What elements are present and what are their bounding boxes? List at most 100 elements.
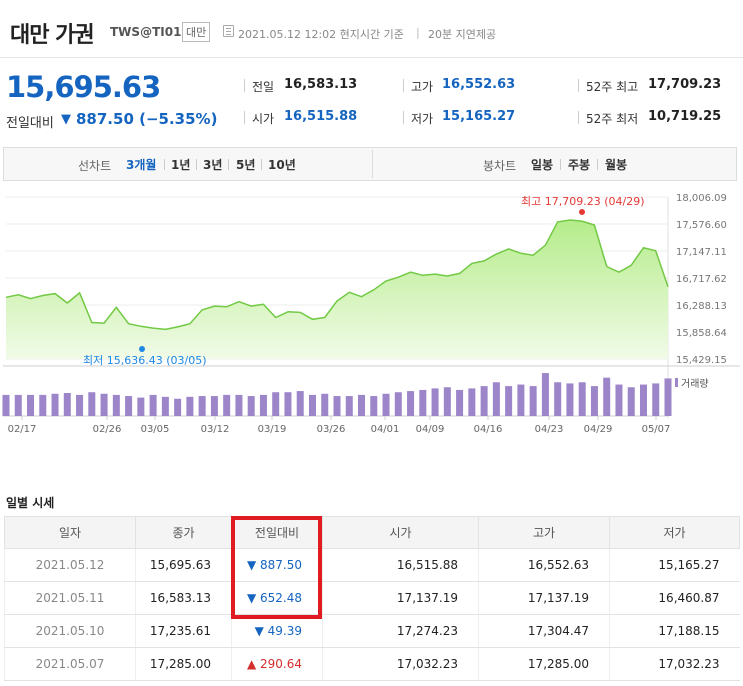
cell-change: ▲ 290.64 xyxy=(231,647,323,681)
volume-bar xyxy=(407,391,415,416)
stat-value-open: 16,515.88 xyxy=(284,109,358,124)
volume-bar xyxy=(419,389,427,416)
stat-label-high: 고가 xyxy=(411,80,434,94)
price-area xyxy=(6,220,668,359)
min-annotation: 최저 15,636.43 (03/05) xyxy=(83,354,207,367)
y-tick-label: 15,429.15 xyxy=(676,355,727,366)
volume-bar xyxy=(296,391,304,416)
volume-bar xyxy=(480,386,488,416)
volume-bar xyxy=(603,377,611,416)
stat-value-low: 15,165.27 xyxy=(442,109,516,124)
table-header-row: 일자 종가 전일대비 시가 고가 저가 xyxy=(4,516,740,549)
candle-chart-label: 봉차트 xyxy=(483,159,517,173)
period-10y-button[interactable]: 10년 xyxy=(268,156,296,173)
cell-low: 17,188.15 xyxy=(609,614,740,648)
volume-bar xyxy=(39,394,47,416)
volume-bar xyxy=(14,394,22,416)
volume-bar xyxy=(284,392,292,416)
table-row: 2021.05.12 15,695.63 ▼ 887.50 16,515.88 … xyxy=(4,548,740,582)
cell-close: 17,235.61 xyxy=(135,614,232,648)
y-tick-label: 18,006.09 xyxy=(676,193,727,204)
period-1y-button[interactable]: 1년 xyxy=(171,156,190,173)
cell-high: 17,137.19 xyxy=(478,581,610,615)
volume-bar xyxy=(321,393,329,416)
price-chart: 18,006.09 17,576.60 17,147.11 16,717.62 16,2… xyxy=(2,193,740,435)
period-5y-button[interactable]: 5년 xyxy=(236,156,255,173)
candle-monthly-button[interactable]: 월봉 xyxy=(605,156,627,173)
cell-date: 2021.05.07 xyxy=(4,647,136,681)
period-separator xyxy=(196,159,197,170)
volume-bar xyxy=(431,388,439,416)
volume-bar xyxy=(590,386,598,416)
period-separator xyxy=(164,159,165,170)
volume-bar xyxy=(578,382,586,416)
stat-divider xyxy=(403,79,404,92)
volume-bar xyxy=(51,393,59,416)
volume-bar xyxy=(529,386,537,416)
quote-datetime: 2021.05.12 12:02 현지시간 기준 xyxy=(238,28,404,41)
x-tick-label: 03/05 xyxy=(141,424,170,435)
volume-bar xyxy=(76,394,84,416)
cell-close: 17,285.00 xyxy=(135,647,232,681)
volume-bar xyxy=(63,393,71,416)
volume-bar xyxy=(345,396,353,416)
x-tick-label: 03/12 xyxy=(201,424,230,435)
period-3y-button[interactable]: 3년 xyxy=(203,156,222,173)
candle-daily-button[interactable]: 일봉 xyxy=(531,156,553,173)
stat-label-prev-close: 전일 xyxy=(252,80,275,94)
volume-bar xyxy=(88,392,96,416)
min-point-marker xyxy=(139,346,145,352)
market-badge: 대만 xyxy=(182,22,211,42)
volume-bar xyxy=(27,394,35,416)
down-arrow-icon: ▼ xyxy=(61,112,71,127)
volume-bar xyxy=(125,396,133,416)
volume-legend-swatch xyxy=(675,378,678,387)
volume-bar xyxy=(2,394,10,416)
cell-high: 17,304.47 xyxy=(478,614,610,648)
volume-bar xyxy=(161,396,169,416)
volume-bar xyxy=(235,394,243,416)
volume-bar xyxy=(308,394,316,416)
page-title: 대만 가권 xyxy=(10,22,95,48)
candle-weekly-button[interactable]: 주봉 xyxy=(568,156,590,173)
volume-bar xyxy=(627,387,635,416)
stat-label-52w-high: 52주 최고 xyxy=(586,80,639,94)
volume-bar xyxy=(492,382,500,416)
cell-low: 17,032.23 xyxy=(609,647,740,681)
stat-label-open: 시가 xyxy=(252,112,275,126)
volume-bar xyxy=(443,387,451,416)
volume-bar xyxy=(149,394,157,416)
volume-bar xyxy=(198,396,206,416)
change-amount: 290.64 xyxy=(260,657,302,671)
table-row: 2021.05.11 16,583.13 ▼ 652.48 17,137.19 … xyxy=(4,581,740,615)
stat-value-prev-close: 16,583.13 xyxy=(284,77,358,92)
stat-divider xyxy=(244,79,245,92)
volume-legend-label: 거래량 xyxy=(681,378,709,390)
volume-bar xyxy=(566,383,574,416)
period-divider xyxy=(372,150,373,178)
x-tick-label: 04/23 xyxy=(535,424,564,435)
volume-bar xyxy=(100,393,108,416)
period-separator xyxy=(597,159,598,170)
volume-bar xyxy=(615,384,623,416)
y-tick-label: 15,858.64 xyxy=(676,328,727,339)
change-amount: 49.39 xyxy=(267,624,302,638)
volume-bar xyxy=(456,389,464,416)
stat-divider xyxy=(244,111,245,124)
volume-bar xyxy=(223,394,231,416)
down-arrow-icon: ▼ xyxy=(254,624,264,638)
volume-bar xyxy=(137,397,145,416)
col-header-date: 일자 xyxy=(4,516,136,549)
x-tick-label: 03/19 xyxy=(258,424,287,435)
stat-value-high: 16,552.63 xyxy=(442,77,516,92)
cell-date: 2021.05.12 xyxy=(4,548,136,582)
period-3m-button[interactable]: 3개월 xyxy=(126,156,156,173)
cell-open: 17,032.23 xyxy=(322,647,479,681)
x-tick-label: 04/09 xyxy=(416,424,445,435)
cell-close: 16,583.13 xyxy=(135,581,232,615)
volume-bar xyxy=(652,383,660,416)
period-separator xyxy=(261,159,262,170)
cell-date: 2021.05.11 xyxy=(4,581,136,615)
cell-low: 16,460.87 xyxy=(609,581,740,615)
cell-high: 16,552.63 xyxy=(478,548,610,582)
